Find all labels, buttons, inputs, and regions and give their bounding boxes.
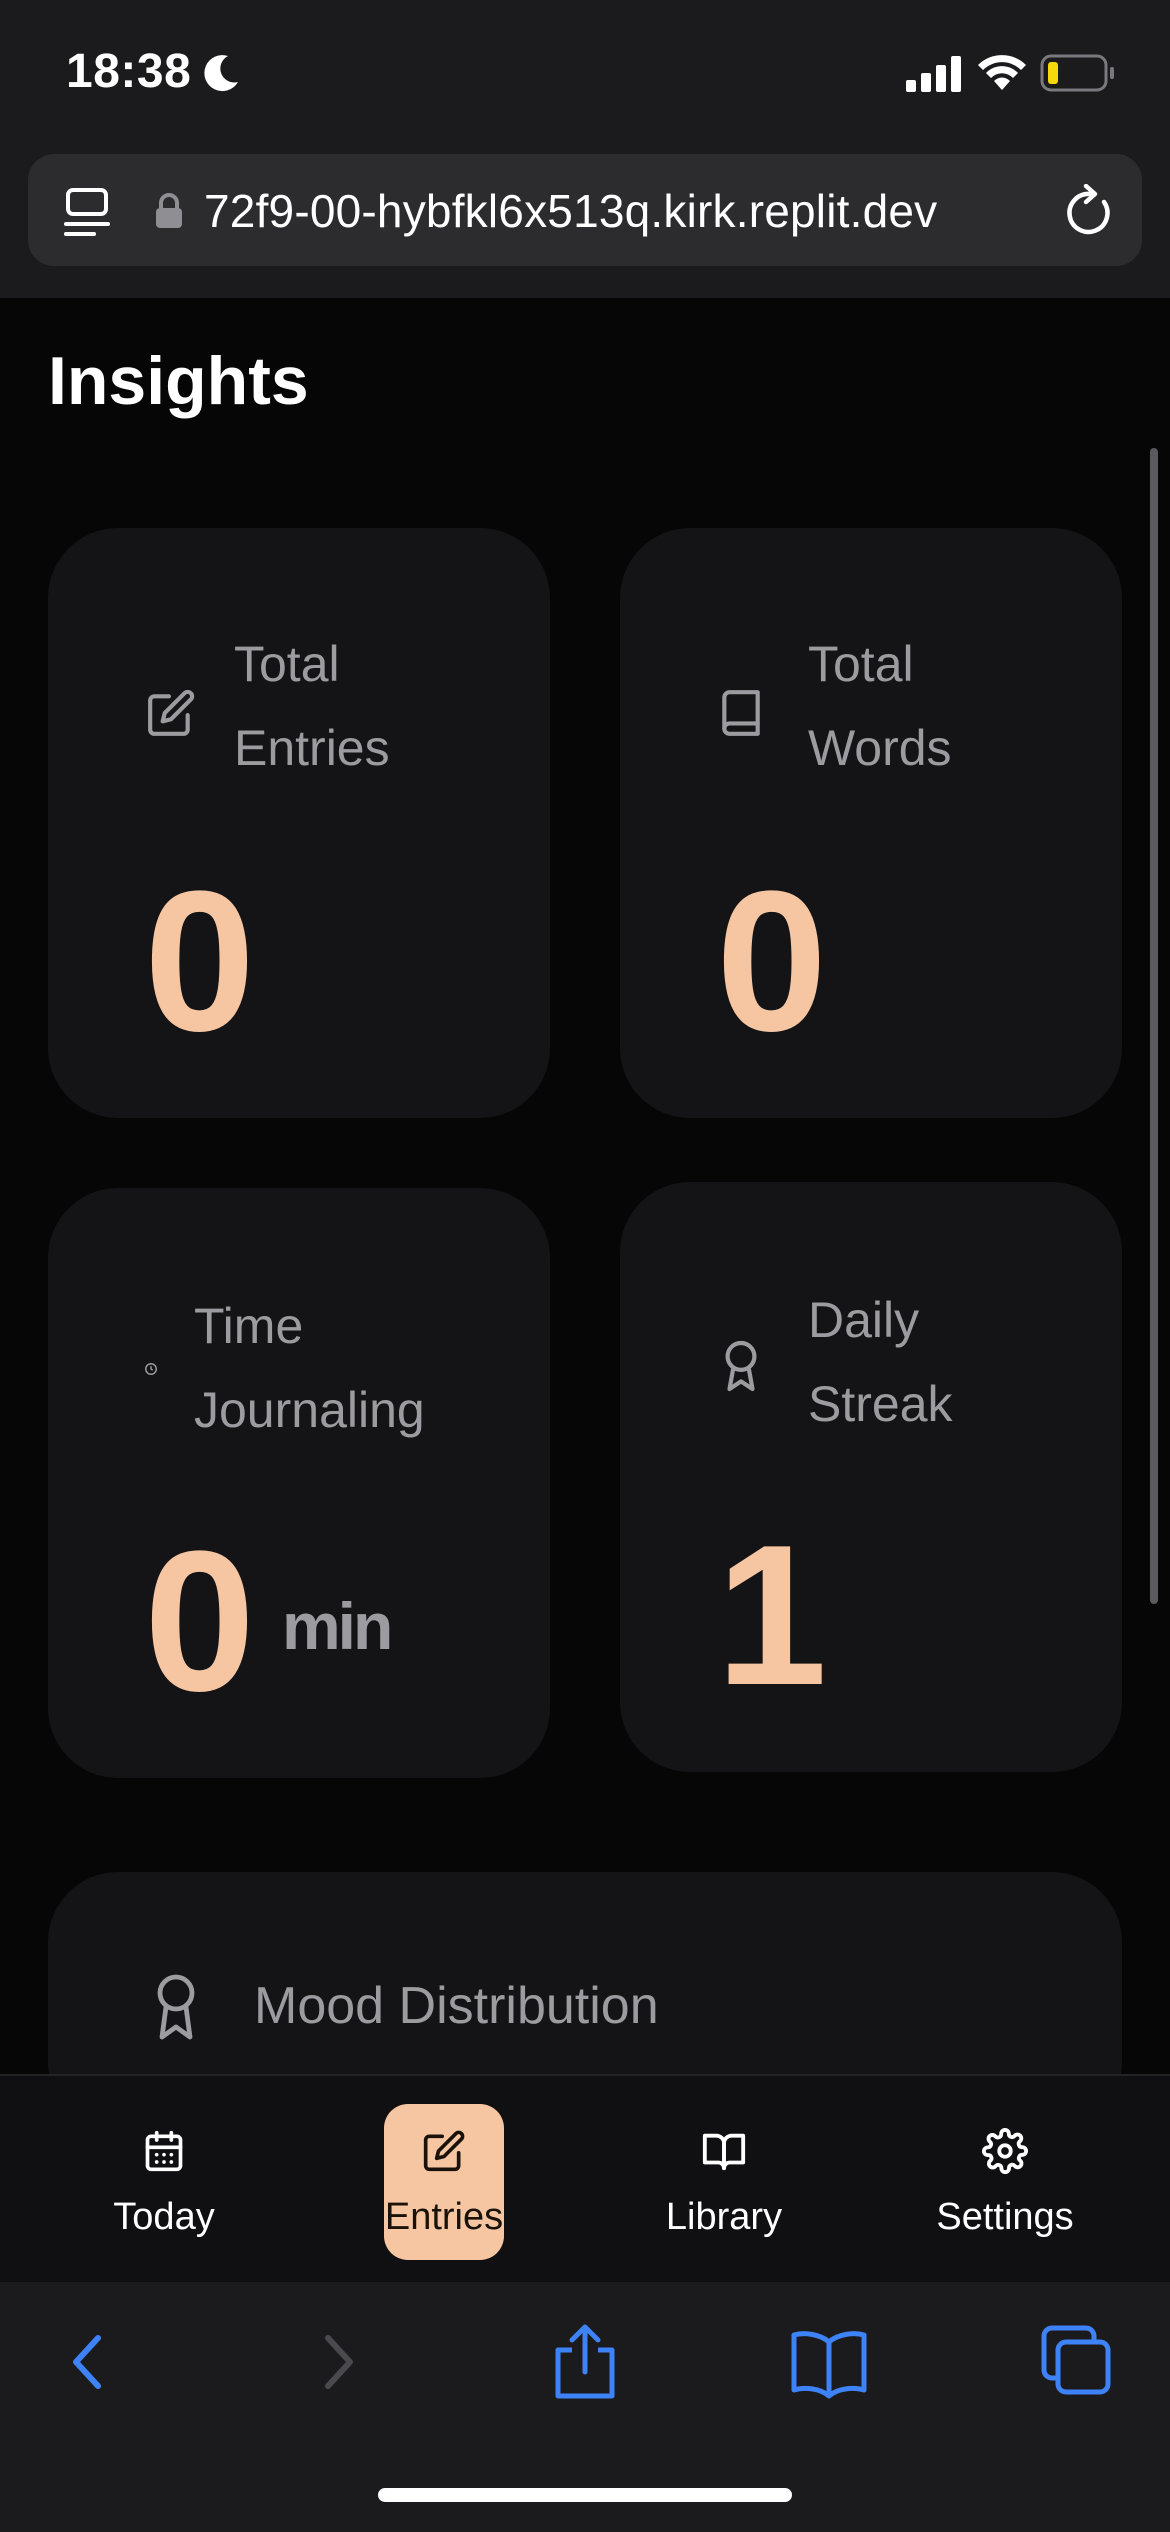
mood-distribution-title: Mood Distribution bbox=[254, 1977, 659, 2035]
card-label: Time Journaling bbox=[194, 1284, 425, 1452]
label-line-2: Entries bbox=[234, 720, 390, 776]
nav-item-settings[interactable]: Settings bbox=[920, 2076, 1090, 2284]
daily-streak-value: 1 bbox=[716, 1504, 828, 1727]
url-area: 72f9-00-hybfkl6x513q.kirk.replit.dev bbox=[0, 150, 1170, 298]
book-icon bbox=[722, 690, 760, 736]
label-line-1: Time bbox=[194, 1298, 304, 1354]
status-bar: 18:38 bbox=[0, 0, 1170, 150]
bookmarks-icon[interactable] bbox=[790, 2322, 868, 2402]
status-time: 18:38 bbox=[66, 45, 192, 98]
nav-item-entries[interactable]: Entries bbox=[364, 2076, 524, 2284]
card-label: Daily Streak bbox=[808, 1278, 953, 1446]
nav-label: Library bbox=[665, 2196, 783, 2238]
label-line-2: Journaling bbox=[194, 1382, 425, 1438]
main-content: Insights Total Entries 0 Total Words 0 T… bbox=[0, 298, 1170, 2074]
label-line-1: Total bbox=[234, 636, 340, 692]
nav-item-library[interactable]: Library bbox=[644, 2076, 804, 2284]
gear-icon bbox=[982, 2128, 1028, 2174]
daily-streak-card: Daily Streak 1 bbox=[620, 1182, 1122, 1772]
card-label: Total Words bbox=[808, 622, 952, 790]
nav-label: Today bbox=[113, 2196, 215, 2238]
label-line-1: Daily bbox=[808, 1292, 920, 1348]
back-icon[interactable] bbox=[62, 2322, 112, 2402]
page-title: Insights bbox=[48, 343, 309, 419]
edit-icon bbox=[423, 2130, 465, 2172]
tabs-icon[interactable] bbox=[1040, 2322, 1114, 2402]
book-open-icon bbox=[702, 2133, 746, 2171]
moon-icon bbox=[204, 55, 238, 92]
nav-label: Settings bbox=[936, 2196, 1074, 2238]
screen: 18:38 72f9-00-hybfkl6x513q.kirk.replit.d… bbox=[0, 0, 1170, 2532]
nav-item-today[interactable]: Today bbox=[84, 2076, 244, 2284]
award-icon bbox=[157, 1974, 195, 2040]
url-text[interactable]: 72f9-00-hybfkl6x513q.kirk.replit.dev bbox=[204, 184, 1074, 238]
lock-icon bbox=[156, 193, 182, 228]
nav-label: Entries bbox=[384, 2196, 504, 2238]
share-icon[interactable] bbox=[548, 2322, 622, 2402]
calendar-icon bbox=[145, 2130, 183, 2172]
total-entries-value: 0 bbox=[144, 850, 256, 1073]
card-label: Total Entries bbox=[234, 622, 390, 790]
total-entries-card: Total Entries 0 bbox=[48, 528, 550, 1118]
reader-icon[interactable] bbox=[62, 186, 114, 238]
forward-icon[interactable] bbox=[314, 2322, 364, 2402]
time-unit: min bbox=[282, 1589, 393, 1663]
bottom-nav: Today Entries Library Settings bbox=[0, 2074, 1170, 2282]
address-bar[interactable]: 72f9-00-hybfkl6x513q.kirk.replit.dev bbox=[28, 154, 1142, 266]
award-icon bbox=[725, 1340, 757, 1392]
battery-icon bbox=[1040, 54, 1114, 92]
wifi-icon bbox=[978, 55, 1026, 90]
home-indicator[interactable] bbox=[378, 2488, 792, 2502]
label-line-2: Streak bbox=[808, 1376, 953, 1432]
total-words-value: 0 bbox=[716, 850, 828, 1073]
label-line-2: Words bbox=[808, 720, 952, 776]
clock-icon bbox=[145, 1363, 157, 1375]
mood-distribution-card: Mood Distribution bbox=[48, 1872, 1122, 2074]
edit-icon bbox=[148, 689, 195, 736]
time-journaling-value: 0 bbox=[144, 1510, 256, 1733]
time-journaling-card: Time Journaling 0 min bbox=[48, 1188, 550, 1778]
label-line-1: Total bbox=[808, 636, 914, 692]
total-words-card: Total Words 0 bbox=[620, 528, 1122, 1118]
reload-icon[interactable] bbox=[1064, 184, 1116, 240]
signal-icon bbox=[906, 56, 961, 92]
scrollbar[interactable] bbox=[1150, 448, 1158, 1604]
